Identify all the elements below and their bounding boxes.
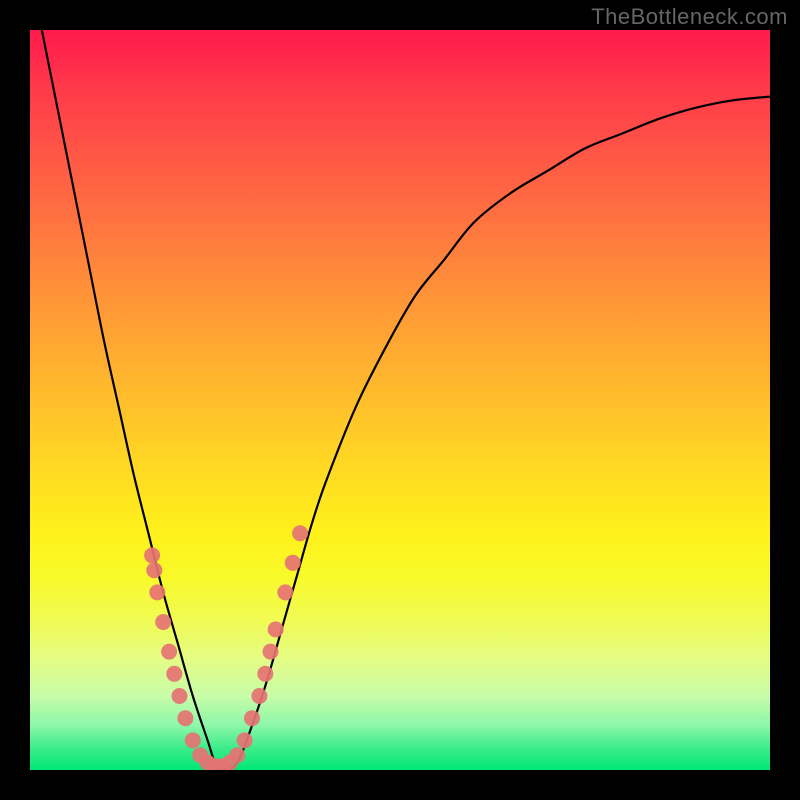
data-marker — [155, 614, 171, 630]
data-marker — [268, 621, 284, 637]
data-marker — [166, 666, 182, 682]
watermark-text: TheBottleneck.com — [591, 4, 788, 30]
frame-right — [770, 30, 800, 770]
bottleneck-curve — [30, 30, 770, 770]
frame-left — [0, 30, 30, 770]
data-marker — [161, 644, 177, 660]
data-marker — [144, 547, 160, 563]
data-marker — [177, 710, 193, 726]
chart-container: TheBottleneck.com — [0, 0, 800, 800]
data-marker — [263, 644, 279, 660]
data-marker — [237, 732, 253, 748]
plot-area — [30, 30, 770, 770]
data-marker — [229, 747, 245, 763]
data-marker — [171, 688, 187, 704]
data-marker — [277, 584, 293, 600]
data-marker — [244, 710, 260, 726]
frame-bottom — [0, 770, 800, 800]
data-marker — [146, 562, 162, 578]
data-marker — [257, 666, 273, 682]
curve-layer — [30, 30, 770, 770]
data-marker — [285, 555, 301, 571]
data-marker — [185, 732, 201, 748]
data-marker — [251, 688, 267, 704]
data-marker — [292, 525, 308, 541]
data-markers — [144, 525, 308, 770]
data-marker — [149, 584, 165, 600]
